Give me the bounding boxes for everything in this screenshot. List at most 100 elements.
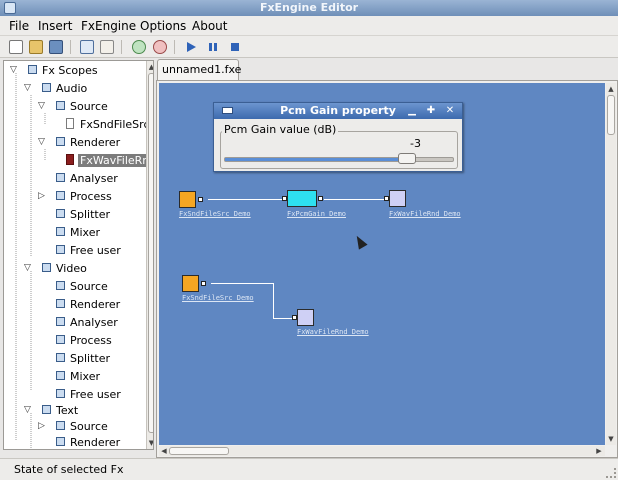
graph-icon[interactable] bbox=[100, 40, 114, 54]
stop-icon[interactable] bbox=[228, 40, 242, 54]
folder-icon bbox=[56, 335, 65, 344]
tree-item-fxwavfilernd[interactable]: FxWavFileRnd bbox=[8, 153, 153, 169]
tree-item-audio-free-user[interactable]: Free user bbox=[8, 243, 144, 259]
tree-label: Renderer bbox=[70, 298, 121, 311]
canvas-vertical-scrollbar[interactable]: ▲ ▼ bbox=[606, 83, 616, 445]
zoom-in-icon[interactable] bbox=[132, 40, 146, 54]
tree-item-video-analyser[interactable]: Analyser bbox=[8, 315, 144, 331]
collapse-arrow-icon[interactable]: ▽ bbox=[24, 264, 33, 273]
save-icon[interactable] bbox=[49, 40, 63, 54]
tree-item-video-splitter[interactable]: Splitter bbox=[8, 351, 144, 367]
gain-value: -3 bbox=[410, 137, 421, 150]
output-pin[interactable] bbox=[318, 196, 323, 201]
gain-slider-handle[interactable] bbox=[398, 153, 416, 164]
collapse-arrow-icon[interactable]: ▽ bbox=[10, 66, 19, 75]
fx-node-label: FxWavFileRnd Demo bbox=[297, 328, 369, 336]
output-pin[interactable] bbox=[198, 197, 203, 202]
tree-item-text-source[interactable]: ▷ Source bbox=[8, 419, 144, 435]
tree-item-audio-mixer[interactable]: Mixer bbox=[8, 225, 144, 241]
tree-label: Free user bbox=[70, 244, 121, 257]
tree-item-audio[interactable]: ▽ Audio bbox=[8, 81, 144, 97]
resize-grip-icon[interactable] bbox=[606, 468, 616, 478]
pcm-gain-property-dialog: Pcm Gain property ▁ ✚ ✕ Pcm Gain value (… bbox=[213, 102, 463, 172]
open-icon[interactable] bbox=[29, 40, 43, 54]
tree-label: Analyser bbox=[70, 316, 118, 329]
tree-item-audio-source[interactable]: ▽ Source bbox=[8, 99, 144, 115]
scroll-thumb[interactable] bbox=[607, 95, 615, 135]
close-icon[interactable]: ✕ bbox=[444, 105, 456, 117]
scroll-up-arrow-icon[interactable]: ▲ bbox=[148, 63, 153, 71]
toolbar-separator bbox=[174, 40, 175, 54]
tree-label: Fx Scopes bbox=[42, 64, 98, 77]
scroll-left-arrow-icon[interactable]: ◀ bbox=[160, 447, 168, 455]
folder-icon bbox=[56, 227, 65, 236]
collapse-arrow-icon[interactable]: ▽ bbox=[38, 102, 47, 111]
tree-label: Splitter bbox=[70, 352, 110, 365]
menu-about[interactable]: About bbox=[192, 19, 227, 33]
pause-icon[interactable] bbox=[206, 40, 220, 54]
collapse-arrow-icon[interactable]: ▽ bbox=[38, 138, 47, 147]
expand-arrow-icon[interactable]: ▷ bbox=[38, 192, 47, 201]
tree-label: Audio bbox=[56, 82, 88, 95]
fx-node-label: FxSndFileSrc Demo bbox=[179, 210, 251, 218]
scroll-right-arrow-icon[interactable]: ▶ bbox=[595, 447, 603, 455]
fx-node-label: FxPcmGain Demo bbox=[287, 210, 347, 218]
fx-node-pcmgain[interactable] bbox=[282, 190, 323, 207]
scroll-down-arrow-icon[interactable]: ▼ bbox=[148, 439, 153, 447]
output-pin[interactable] bbox=[201, 281, 206, 286]
menu-options[interactable]: Options bbox=[140, 19, 186, 33]
scroll-up-arrow-icon[interactable]: ▲ bbox=[607, 85, 615, 93]
scroll-down-arrow-icon[interactable]: ▼ bbox=[607, 435, 615, 443]
tree-label: FxWavFileRnd bbox=[78, 154, 153, 167]
tree-item-audio-analyser[interactable]: Analyser bbox=[8, 171, 144, 187]
tab-unnamed1[interactable]: unnamed1.fxe bbox=[157, 59, 242, 80]
tree-item-text[interactable]: ▽ Text bbox=[8, 403, 144, 419]
tree-item-video-mixer[interactable]: Mixer bbox=[8, 369, 144, 385]
expand-arrow-icon[interactable]: ▷ bbox=[38, 422, 47, 431]
tree-item-fxsndfilesrc[interactable]: FxSndFileSrc bbox=[8, 117, 150, 133]
input-pin[interactable] bbox=[384, 196, 389, 201]
tree-item-video-process[interactable]: Process bbox=[8, 333, 144, 349]
tree-vertical-scrollbar[interactable]: ▲ ▼ bbox=[146, 61, 153, 449]
fx-node-sndfilesrc[interactable] bbox=[182, 275, 206, 292]
tree-item-video-source[interactable]: Source bbox=[8, 279, 144, 295]
collapse-arrow-icon[interactable]: ▽ bbox=[24, 406, 33, 415]
tree-item-video-renderer[interactable]: Renderer bbox=[8, 297, 144, 313]
tree-item-audio-process[interactable]: ▷ Process bbox=[8, 189, 144, 205]
fx-scopes-tree[interactable]: ▽ Fx Scopes ▽ Audio ▽ Source FxSndFileSr… bbox=[3, 60, 154, 450]
window-titlebar[interactable]: FxEngine Editor bbox=[0, 0, 618, 16]
gain-slider-track[interactable] bbox=[224, 157, 454, 162]
tree-label: Analyser bbox=[70, 172, 118, 185]
folder-icon bbox=[56, 437, 65, 446]
tree-item-audio-renderer[interactable]: ▽ Renderer bbox=[8, 135, 144, 151]
menu-file[interactable]: File bbox=[9, 19, 29, 33]
input-pin[interactable] bbox=[292, 315, 297, 320]
tree-item-text-renderer[interactable]: Renderer bbox=[8, 435, 144, 449]
dialog-titlebar[interactable]: Pcm Gain property ▁ ✚ ✕ bbox=[214, 103, 462, 119]
play-icon[interactable] bbox=[184, 40, 198, 54]
minimize-icon[interactable]: ▁ bbox=[406, 105, 418, 117]
tree-item-video-free-user[interactable]: Free user bbox=[8, 387, 144, 403]
properties-icon[interactable] bbox=[80, 40, 94, 54]
fx-node-wavfilernd[interactable] bbox=[292, 309, 314, 326]
folder-icon bbox=[56, 371, 65, 380]
input-pin[interactable] bbox=[282, 196, 287, 201]
scroll-thumb[interactable] bbox=[148, 73, 153, 433]
scroll-thumb[interactable] bbox=[169, 447, 229, 455]
fx-node-sndfilesrc[interactable] bbox=[179, 191, 203, 208]
tree-label: Source bbox=[70, 420, 108, 433]
tree-item-video[interactable]: ▽ Video bbox=[8, 261, 144, 277]
tab-label: unnamed1.fxe bbox=[162, 63, 242, 76]
zoom-out-icon[interactable] bbox=[153, 40, 167, 54]
menu-insert[interactable]: Insert bbox=[38, 19, 72, 33]
tree-item-audio-splitter[interactable]: Splitter bbox=[8, 207, 144, 223]
new-icon[interactable] bbox=[9, 40, 23, 54]
tree-label: Splitter bbox=[70, 208, 110, 221]
canvas-horizontal-scrollbar[interactable]: ◀ ▶ bbox=[159, 446, 605, 456]
collapse-arrow-icon[interactable]: ▽ bbox=[24, 84, 33, 93]
maximize-icon[interactable]: ✚ bbox=[425, 105, 437, 117]
menu-fxengine[interactable]: FxEngine bbox=[81, 19, 136, 33]
fx-node-wavfilernd[interactable] bbox=[384, 190, 406, 207]
tree-item-fx-scopes[interactable]: ▽ Fx Scopes bbox=[8, 63, 144, 79]
window-title: FxEngine Editor bbox=[259, 1, 359, 14]
